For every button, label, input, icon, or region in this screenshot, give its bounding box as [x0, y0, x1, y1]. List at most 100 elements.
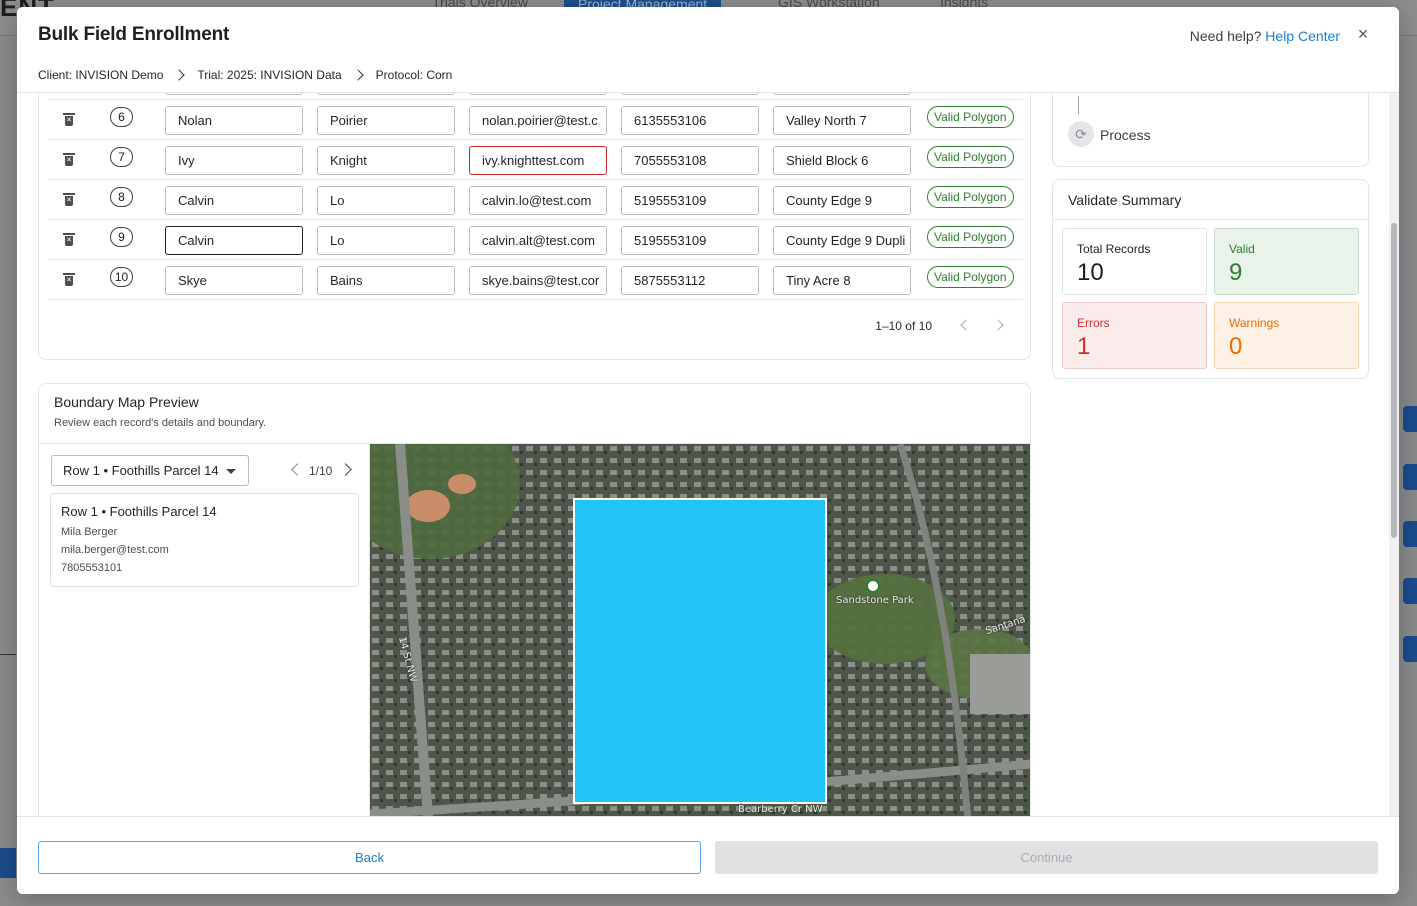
summary-title: Validate Summary — [1068, 192, 1182, 208]
modal-header: Bulk Field Enrollment Need help? Help Ce… — [17, 7, 1399, 93]
email-field[interactable]: nolan.poirier@test.c — [469, 106, 607, 135]
phone-field[interactable]: 7055553108 — [621, 146, 759, 175]
chevron-left-icon[interactable] — [291, 463, 304, 476]
help-prefix: Need help? — [1189, 28, 1262, 44]
field-name-field[interactable]: County Edge 9 — [773, 186, 911, 215]
first-name-field-focused[interactable]: Calvin — [165, 226, 303, 255]
phone-field[interactable] — [621, 93, 759, 95]
email-field[interactable]: skye.bains@test.cor — [469, 266, 607, 295]
help-text: Need help? Help Center — [1190, 28, 1340, 44]
last-name-field[interactable] — [317, 93, 455, 95]
background-button — [1403, 578, 1417, 604]
row-number: 9 — [110, 227, 133, 247]
chevron-right-icon[interactable] — [992, 319, 1004, 331]
continue-button-disabled: Continue — [715, 841, 1378, 874]
warnings-stat: Warnings 0 — [1214, 302, 1359, 369]
first-name-field[interactable]: Ivy — [165, 146, 303, 175]
process-stepper: ⟳ Process — [1052, 93, 1369, 167]
email-field[interactable]: calvin.alt@test.com — [469, 226, 607, 255]
trash-icon[interactable] — [63, 273, 75, 287]
table-row: 10 Skye Bains skye.bains@test.cor 587555… — [48, 260, 1023, 300]
background-divider — [0, 654, 16, 655]
chevron-right-icon[interactable] — [339, 463, 352, 476]
field-name-field[interactable]: County Edge 9 Dupli — [773, 226, 911, 255]
step-connector — [1078, 96, 1079, 114]
phone-field[interactable]: 5875553112 — [621, 266, 759, 295]
status-badge: Valid Polygon — [927, 186, 1014, 208]
breadcrumb-client[interactable]: Client: INVISION Demo — [38, 68, 163, 82]
record-select[interactable]: Row 1 • Foothills Parcel 14 — [51, 455, 249, 486]
stat-label: Valid — [1229, 242, 1255, 256]
vertical-scrollbar[interactable] — [1389, 93, 1399, 816]
stat-label: Total Records — [1077, 242, 1151, 256]
background-button — [1403, 636, 1417, 662]
modal-footer: Back Continue — [17, 816, 1399, 894]
records-table: 6 Nolan Poirier nolan.poirier@test.c 613… — [38, 93, 1031, 360]
background-button — [1403, 406, 1417, 432]
map-preview-subtitle: Review each record's details and boundar… — [54, 417, 267, 429]
map-preview-title: Boundary Map Preview — [54, 394, 199, 410]
field-name-field[interactable]: Valley North 7 — [773, 106, 911, 135]
breadcrumb-protocol: Protocol: Corn — [375, 68, 453, 82]
row-number: 8 — [110, 187, 133, 207]
process-step-label: Process — [1100, 127, 1151, 143]
field-name-field[interactable]: Shield Block 6 — [773, 146, 911, 175]
last-name-field[interactable]: Knight — [317, 146, 455, 175]
row-number: 6 — [110, 107, 133, 127]
scrollbar-thumb[interactable] — [1391, 223, 1397, 538]
field-name-field[interactable]: Tiny Acre 8 — [773, 266, 911, 295]
background-button — [0, 848, 16, 878]
modal-title: Bulk Field Enrollment — [38, 24, 230, 45]
last-name-field[interactable]: Poirier — [317, 106, 455, 135]
phone-field[interactable]: 6135553106 — [621, 106, 759, 135]
record-detail-card: Row 1 • Foothills Parcel 14 Mila Berger … — [50, 493, 359, 587]
table-row: 7 Ivy Knight ivy.knighttest.com 70555531… — [48, 140, 1023, 180]
close-icon[interactable]: × — [1354, 25, 1372, 43]
map-label-street: Bearberry Cr NW — [738, 804, 823, 815]
map-label-park: Sandstone Park — [836, 595, 914, 606]
phone-field[interactable]: 5195553109 — [621, 226, 759, 255]
chevron-right-icon — [173, 69, 186, 81]
field-name-field[interactable] — [773, 93, 911, 95]
table-row — [48, 93, 1023, 100]
field-boundary-polygon[interactable] — [573, 498, 827, 804]
last-name-field[interactable]: Lo — [317, 226, 455, 255]
email-field-error[interactable]: ivy.knighttest.com — [469, 146, 607, 175]
trash-icon[interactable] — [63, 153, 75, 167]
row-number: 7 — [110, 147, 133, 167]
trash-icon[interactable] — [63, 193, 75, 207]
back-button[interactable]: Back — [38, 841, 701, 874]
first-name-field[interactable]: Nolan — [165, 106, 303, 135]
status-badge: Valid Polygon — [927, 226, 1014, 248]
first-name-field[interactable] — [165, 93, 303, 95]
last-name-field[interactable]: Bains — [317, 266, 455, 295]
table-row: 9 Calvin Lo calvin.alt@test.com 51955531… — [48, 220, 1023, 260]
phone-field[interactable]: 5195553109 — [621, 186, 759, 215]
boundary-map-preview: Boundary Map Preview Review each record'… — [38, 383, 1031, 816]
breadcrumb-trial[interactable]: Trial: 2025: INVISION Data — [197, 68, 341, 82]
chevron-left-icon[interactable] — [960, 319, 972, 331]
total-records-stat: Total Records 10 — [1062, 228, 1207, 295]
background-button — [1403, 464, 1417, 490]
sync-icon: ⟳ — [1068, 121, 1094, 147]
table-row: 6 Nolan Poirier nolan.poirier@test.c 613… — [48, 100, 1023, 140]
caret-down-icon — [226, 469, 236, 474]
email-field[interactable]: calvin.lo@test.com — [469, 186, 607, 215]
trash-icon[interactable] — [63, 113, 75, 127]
breadcrumb: Client: INVISION Demo Trial: 2025: INVIS… — [38, 68, 452, 82]
record-detail-name: Mila Berger — [61, 526, 118, 538]
email-field[interactable] — [469, 93, 607, 95]
first-name-field[interactable]: Calvin — [165, 186, 303, 215]
satellite-map[interactable]: Sandstone Park 14 St NW Santana Bearberr… — [370, 444, 1030, 816]
record-detail-phone: 7805553101 — [61, 562, 123, 574]
status-badge: Valid Polygon — [927, 146, 1014, 168]
first-name-field[interactable]: Skye — [165, 266, 303, 295]
stat-value: 10 — [1077, 259, 1104, 286]
row-number: 10 — [110, 267, 133, 287]
help-center-link[interactable]: Help Center — [1265, 28, 1340, 44]
trash-icon[interactable] — [63, 233, 75, 247]
table-row: 8 Calvin Lo calvin.lo@test.com 519555310… — [48, 180, 1023, 220]
stat-value: 1 — [1077, 333, 1091, 360]
record-select-value: Row 1 • Foothills Parcel 14 — [63, 463, 219, 478]
last-name-field[interactable]: Lo — [317, 186, 455, 215]
